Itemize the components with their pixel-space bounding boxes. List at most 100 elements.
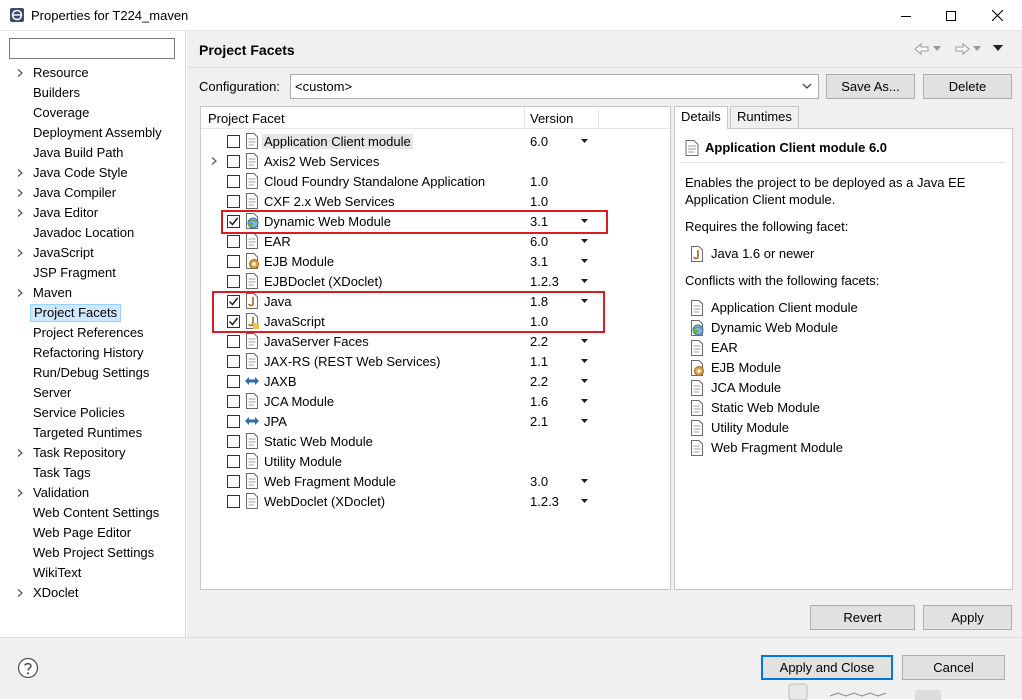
facet-checkbox[interactable] bbox=[227, 375, 240, 388]
nav-item-maven[interactable]: Maven bbox=[0, 283, 186, 303]
version-dropdown-icon[interactable] bbox=[581, 339, 588, 344]
facet-checkbox[interactable] bbox=[227, 335, 240, 348]
chevron-right-icon[interactable] bbox=[16, 249, 24, 257]
nav-item-refactoring-history[interactable]: Refactoring History bbox=[0, 343, 186, 363]
chevron-right-icon[interactable] bbox=[210, 157, 218, 165]
facet-row[interactable]: EAR 6.0 bbox=[201, 231, 670, 251]
facet-row[interactable]: Static Web Module bbox=[201, 431, 670, 451]
facet-row[interactable]: Cloud Foundry Standalone Application 1.0 bbox=[201, 171, 670, 191]
facet-row[interactable]: CXF 2.x Web Services 1.0 bbox=[201, 191, 670, 211]
nav-item-web-project-settings[interactable]: Web Project Settings bbox=[0, 543, 186, 563]
facet-row[interactable]: Application Client module 6.0 bbox=[201, 131, 670, 151]
nav-item-xdoclet[interactable]: XDoclet bbox=[0, 583, 186, 603]
facet-row[interactable]: EJB Module 3.1 bbox=[201, 251, 670, 271]
nav-item-service-policies[interactable]: Service Policies bbox=[0, 403, 186, 423]
configuration-select[interactable]: <custom> bbox=[290, 74, 819, 99]
facet-checkbox[interactable] bbox=[227, 135, 240, 148]
filter-input[interactable] bbox=[9, 38, 175, 59]
nav-item-java-code-style[interactable]: Java Code Style bbox=[0, 163, 186, 183]
version-dropdown-icon[interactable] bbox=[581, 139, 588, 144]
nav-item-targeted-runtimes[interactable]: Targeted Runtimes bbox=[0, 423, 186, 443]
minimize-button[interactable] bbox=[883, 0, 929, 31]
view-menu-icon[interactable] bbox=[993, 45, 1003, 52]
facet-row[interactable]: Web Fragment Module 3.0 bbox=[201, 471, 670, 491]
chevron-right-icon[interactable] bbox=[16, 289, 24, 297]
nav-item-wikitext[interactable]: WikiText bbox=[0, 563, 186, 583]
nav-item-task-tags[interactable]: Task Tags bbox=[0, 463, 186, 483]
facet-checkbox[interactable] bbox=[227, 395, 240, 408]
nav-item-javascript[interactable]: JavaScript bbox=[0, 243, 186, 263]
facet-row[interactable]: JAX-RS (REST Web Services) 1.1 bbox=[201, 351, 670, 371]
facet-checkbox[interactable] bbox=[227, 275, 240, 288]
facet-version[interactable]: 6.0 bbox=[530, 134, 548, 149]
facet-checkbox[interactable] bbox=[227, 235, 240, 248]
chevron-right-icon[interactable] bbox=[16, 449, 24, 457]
close-button[interactable] bbox=[974, 0, 1020, 31]
back-menu-icon[interactable] bbox=[933, 46, 941, 52]
facet-checkbox[interactable] bbox=[227, 435, 240, 448]
facet-version[interactable]: 6.0 bbox=[530, 234, 548, 249]
nav-item-javadoc-location[interactable]: Javadoc Location bbox=[0, 223, 186, 243]
facet-row[interactable]: JAXB 2.2 bbox=[201, 371, 670, 391]
facet-checkbox[interactable] bbox=[227, 415, 240, 428]
column-divider[interactable] bbox=[598, 107, 599, 129]
facet-row[interactable]: Utility Module bbox=[201, 451, 670, 471]
chevron-right-icon[interactable] bbox=[16, 69, 24, 77]
cancel-button[interactable]: Cancel bbox=[902, 655, 1005, 680]
nav-item-project-references[interactable]: Project References bbox=[0, 323, 186, 343]
version-dropdown-icon[interactable] bbox=[581, 279, 588, 284]
nav-item-task-repository[interactable]: Task Repository bbox=[0, 443, 186, 463]
nav-item-builders[interactable]: Builders bbox=[0, 83, 186, 103]
facet-version[interactable]: 1.2.3 bbox=[530, 274, 559, 289]
facet-version[interactable]: 2.1 bbox=[530, 414, 548, 429]
chevron-right-icon[interactable] bbox=[16, 489, 24, 497]
facet-version[interactable]: 2.2 bbox=[530, 334, 548, 349]
facet-version[interactable]: 1.2.3 bbox=[530, 494, 559, 509]
nav-item-java-build-path[interactable]: Java Build Path bbox=[0, 143, 186, 163]
tab-details[interactable]: Details bbox=[674, 106, 728, 129]
version-dropdown-icon[interactable] bbox=[581, 479, 588, 484]
version-dropdown-icon[interactable] bbox=[581, 419, 588, 424]
facet-row[interactable]: JPA 2.1 bbox=[201, 411, 670, 431]
nav-item-jsp-fragment[interactable]: JSP Fragment bbox=[0, 263, 186, 283]
chevron-right-icon[interactable] bbox=[16, 189, 24, 197]
facet-version[interactable]: 2.2 bbox=[530, 374, 548, 389]
version-dropdown-icon[interactable] bbox=[581, 359, 588, 364]
facet-checkbox[interactable] bbox=[227, 255, 240, 268]
column-header-facet[interactable]: Project Facet bbox=[208, 111, 285, 126]
facet-row[interactable]: JCA Module 1.6 bbox=[201, 391, 670, 411]
maximize-button[interactable] bbox=[928, 0, 974, 31]
facet-checkbox[interactable] bbox=[227, 355, 240, 368]
nav-item-coverage[interactable]: Coverage bbox=[0, 103, 186, 123]
forward-menu-icon[interactable] bbox=[973, 46, 981, 52]
version-dropdown-icon[interactable] bbox=[581, 239, 588, 244]
facet-checkbox[interactable] bbox=[227, 195, 240, 208]
back-icon[interactable] bbox=[913, 41, 931, 57]
help-icon[interactable] bbox=[17, 657, 39, 679]
nav-item-deployment-assembly[interactable]: Deployment Assembly bbox=[0, 123, 186, 143]
revert-button[interactable]: Revert bbox=[810, 605, 915, 630]
facet-checkbox[interactable] bbox=[227, 475, 240, 488]
forward-icon[interactable] bbox=[953, 41, 971, 57]
chevron-right-icon[interactable] bbox=[16, 209, 24, 217]
facet-row[interactable]: Axis2 Web Services bbox=[201, 151, 670, 171]
facet-version[interactable]: 1.1 bbox=[530, 354, 548, 369]
nav-item-web-content-settings[interactable]: Web Content Settings bbox=[0, 503, 186, 523]
nav-item-resource[interactable]: Resource bbox=[0, 63, 186, 83]
facet-checkbox[interactable] bbox=[227, 175, 240, 188]
nav-item-java-editor[interactable]: Java Editor bbox=[0, 203, 186, 223]
nav-item-web-page-editor[interactable]: Web Page Editor bbox=[0, 523, 186, 543]
facet-checkbox[interactable] bbox=[227, 455, 240, 468]
chevron-right-icon[interactable] bbox=[16, 589, 24, 597]
version-dropdown-icon[interactable] bbox=[581, 259, 588, 264]
nav-item-run-debug-settings[interactable]: Run/Debug Settings bbox=[0, 363, 186, 383]
facet-version[interactable]: 3.0 bbox=[530, 474, 548, 489]
save-as-button[interactable]: Save As... bbox=[826, 74, 915, 99]
version-dropdown-icon[interactable] bbox=[581, 399, 588, 404]
column-divider[interactable] bbox=[524, 107, 525, 129]
chevron-right-icon[interactable] bbox=[16, 169, 24, 177]
version-dropdown-icon[interactable] bbox=[581, 379, 588, 384]
nav-item-java-compiler[interactable]: Java Compiler bbox=[0, 183, 186, 203]
apply-and-close-button[interactable]: Apply and Close bbox=[761, 655, 893, 680]
facet-row[interactable]: EJBDoclet (XDoclet) 1.2.3 bbox=[201, 271, 670, 291]
